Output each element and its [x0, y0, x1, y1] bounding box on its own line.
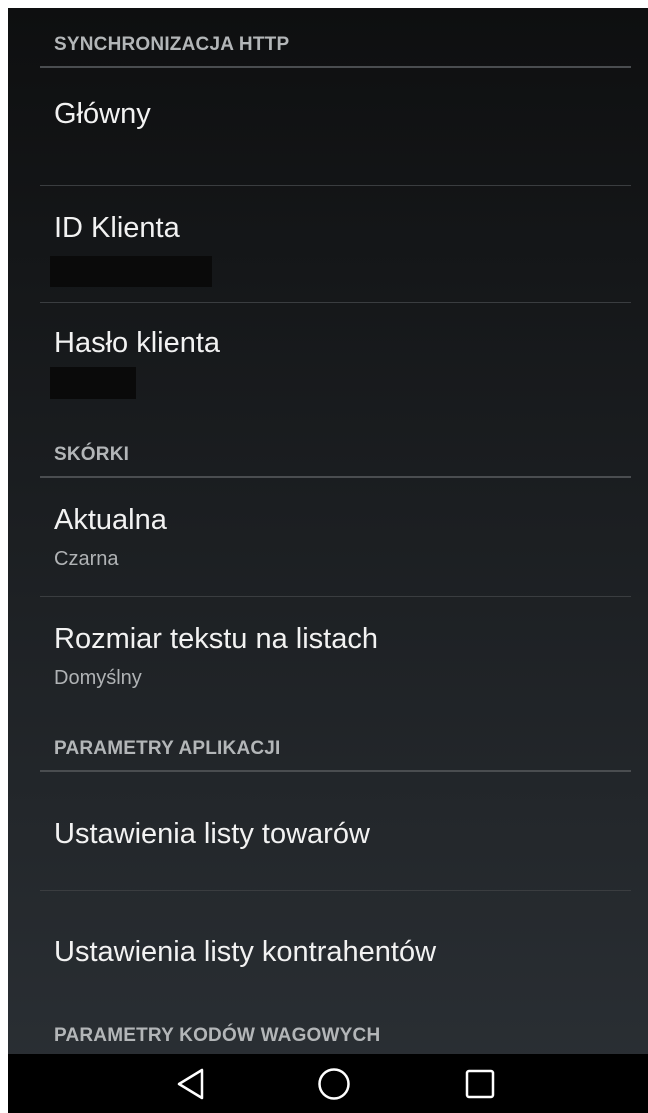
pref-item-current-skin[interactable]: Aktualna Czarna [40, 478, 631, 597]
settings-screen: SYNCHRONIZACJA HTTP Główny ID Klienta Ha… [8, 8, 648, 1113]
pref-summary: Domyślny [54, 667, 142, 689]
preferences-list[interactable]: SYNCHRONIZACJA HTTP Główny ID Klienta Ha… [8, 8, 648, 1054]
section-header-app-params: PARAMETRY APLIKACJI [40, 697, 631, 772]
pref-item-contractors-list-settings[interactable]: Ustawienia listy kontrahentów [40, 891, 631, 1001]
pref-title: Ustawienia listy kontrahentów [54, 936, 437, 968]
pref-item-main[interactable]: Główny [40, 68, 631, 186]
pref-title: ID Klienta [54, 212, 180, 244]
section-header-weight-codes: PARAMETRY KODÓW WAGOWYCH [40, 1001, 631, 1054]
pref-title: Hasło klienta [54, 327, 221, 359]
pref-item-list-text-size[interactable]: Rozmiar tekstu na listach Domyślny [40, 597, 631, 697]
pref-summary: Czarna [54, 548, 119, 570]
redacted-value [50, 367, 136, 399]
recents-square-icon [465, 1069, 495, 1099]
section-header-skins: SKÓRKI [40, 403, 631, 478]
back-triangle-icon [177, 1068, 204, 1100]
home-circle-icon [318, 1068, 350, 1100]
section-header-label: SKÓRKI [54, 444, 130, 465]
section-header-label: SYNCHRONIZACJA HTTP [54, 34, 290, 55]
home-button[interactable] [304, 1062, 364, 1106]
pref-item-client-id[interactable]: ID Klienta [40, 186, 631, 303]
navigation-bar [8, 1054, 648, 1113]
back-button[interactable] [161, 1062, 221, 1106]
section-header-http-sync: SYNCHRONIZACJA HTTP [40, 8, 631, 68]
pref-title: Rozmiar tekstu na listach [54, 623, 378, 655]
pref-item-client-password[interactable]: Hasło klienta [40, 303, 631, 403]
recents-button[interactable] [450, 1062, 510, 1106]
pref-title: Ustawienia listy towarów [54, 818, 370, 850]
pref-title: Główny [54, 98, 151, 130]
redacted-value [50, 256, 212, 287]
section-header-label: PARAMETRY KODÓW WAGOWYCH [54, 1025, 381, 1046]
pref-item-goods-list-settings[interactable]: Ustawienia listy towarów [40, 772, 631, 891]
section-header-label: PARAMETRY APLIKACJI [54, 738, 281, 759]
pref-title: Aktualna [54, 504, 167, 536]
